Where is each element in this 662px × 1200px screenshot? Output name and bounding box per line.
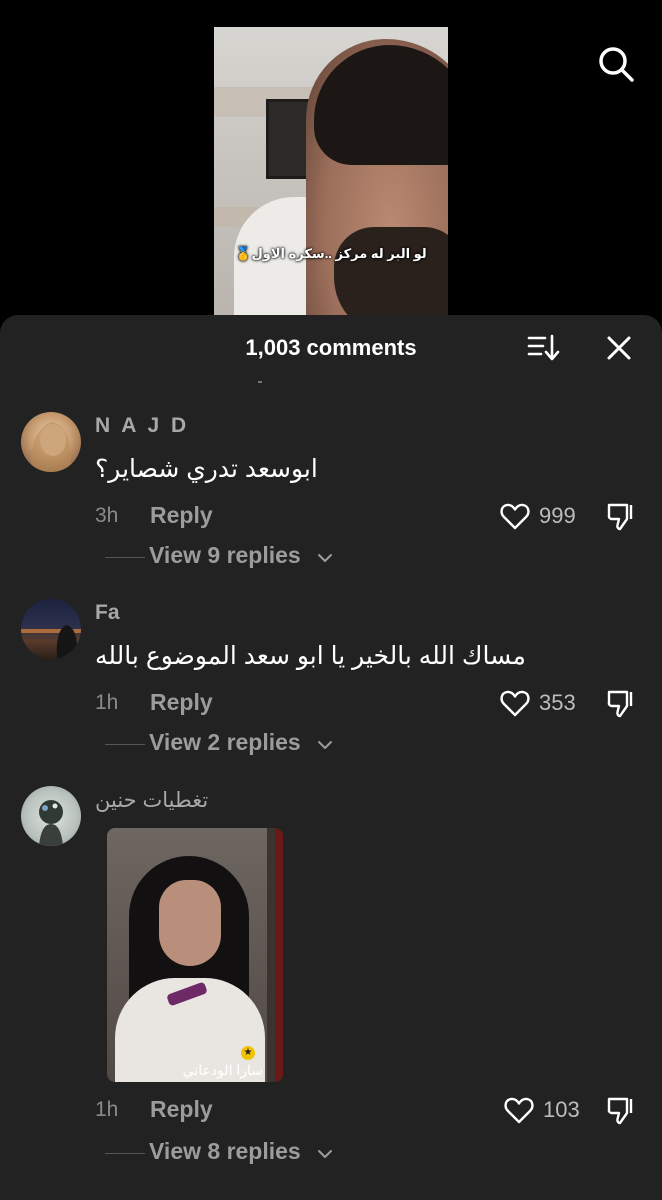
close-icon: [607, 336, 631, 360]
comment-username[interactable]: Fa: [95, 601, 120, 625]
avatar[interactable]: [21, 786, 81, 846]
like-count: 353: [539, 690, 576, 715]
comment-text: مساك الله بالخير يا ابو سعد الموضوع بالل…: [95, 642, 526, 670]
thumbs-down-icon[interactable]: [605, 500, 637, 532]
comment-actions: 1h Reply 103: [95, 1094, 655, 1128]
sort-icon: [527, 334, 560, 361]
like-count: 999: [539, 503, 576, 528]
chevron-down-icon: [318, 741, 332, 749]
video-caption: لو البر له مركز ..سكره الاول🥇: [235, 246, 427, 261]
star-badge-icon: ★: [241, 1046, 255, 1060]
avatar[interactable]: [21, 412, 81, 472]
comment-time: 3h: [95, 504, 119, 527]
search-icon: [599, 47, 634, 82]
search-button[interactable]: [596, 44, 636, 84]
comment-username[interactable]: تغطيات حنين: [95, 788, 208, 813]
thumbs-down-icon[interactable]: [605, 687, 637, 719]
view-replies-label: View 2 replies: [149, 729, 301, 755]
like-count: 103: [543, 1097, 580, 1122]
comment-actions: 3h Reply 999: [95, 500, 655, 534]
comment-time: 1h: [95, 691, 119, 714]
heart-icon: [500, 690, 530, 717]
comments-count-title: 1,003 comments: [245, 335, 417, 360]
divider: [105, 744, 145, 745]
like-button[interactable]: 103: [503, 1094, 593, 1128]
like-button[interactable]: 353: [499, 687, 589, 721]
reply-button[interactable]: Reply: [150, 1096, 213, 1123]
view-replies-button[interactable]: View 8 replies: [95, 1138, 395, 1168]
comment-actions: 1h Reply 353: [95, 687, 655, 721]
reply-button[interactable]: Reply: [150, 689, 213, 716]
heart-icon: [500, 503, 530, 530]
thumbs-down-icon[interactable]: [605, 1094, 637, 1126]
view-replies-label: View 8 replies: [149, 1138, 301, 1164]
chevron-down-icon: [318, 554, 332, 562]
video-area: لو البر له مركز ..سكره الاول🥇: [0, 0, 662, 330]
reply-button[interactable]: Reply: [150, 502, 213, 529]
sort-button[interactable]: [526, 333, 560, 363]
divider: [105, 1153, 145, 1154]
comment-username[interactable]: N A J D: [95, 414, 189, 438]
close-button[interactable]: [604, 333, 634, 363]
chevron-down-icon: [318, 1150, 332, 1158]
video-preview[interactable]: [214, 27, 448, 317]
view-replies-label: View 9 replies: [149, 542, 301, 568]
divider: [258, 381, 262, 383]
gif-caption: سارا الودعاني: [182, 1062, 263, 1078]
heart-icon: [504, 1097, 534, 1124]
divider: [105, 557, 145, 558]
view-replies-button[interactable]: View 2 replies: [95, 729, 395, 759]
comment-gif-image[interactable]: ★ سارا الودعاني: [107, 828, 283, 1082]
avatar[interactable]: [21, 599, 81, 659]
view-replies-button[interactable]: View 9 replies: [95, 542, 395, 572]
like-button[interactable]: 999: [499, 500, 589, 534]
comment-time: 1h: [95, 1098, 119, 1121]
comment-text: ابوسعد تدري شصاير؟: [95, 455, 318, 483]
